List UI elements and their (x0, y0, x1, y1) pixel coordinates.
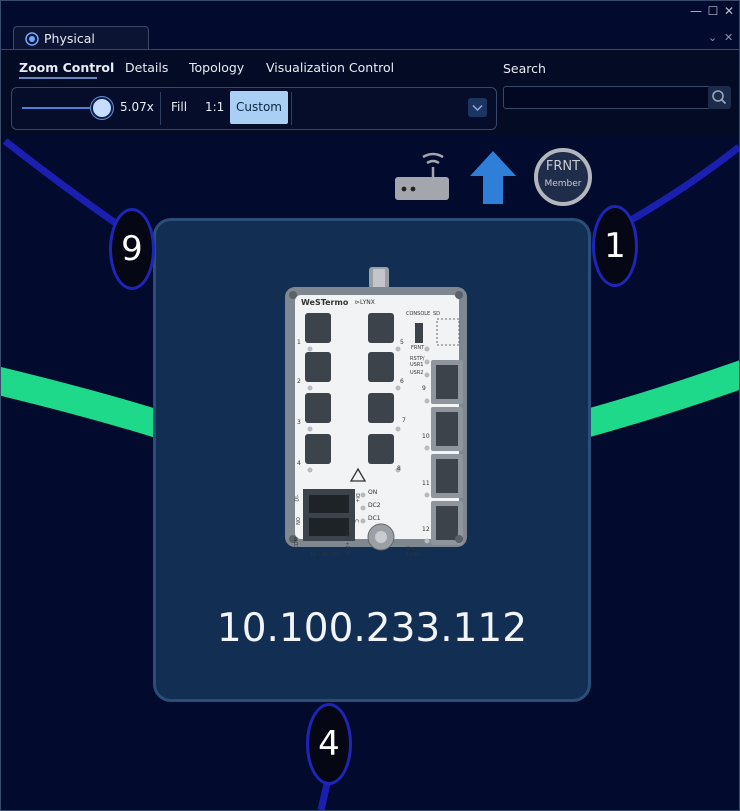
shield-icon (25, 32, 39, 46)
zoom-slider-thumb[interactable] (91, 97, 113, 119)
device-ip-address: 10.100.233.112 (216, 606, 528, 651)
panel-port-label: 6 (400, 378, 404, 385)
ribbon-expand-button[interactable] (468, 98, 487, 117)
frnt-badge-title: FRNT (545, 159, 581, 174)
device-card[interactable]: WeSTermo ⊳LYNX CONSOLE SD FRNT RSTP/ USR… (153, 218, 591, 702)
panel-console: CONSOLE (406, 311, 431, 317)
tab-zoom-control[interactable]: Zoom Control (19, 60, 114, 75)
divider (291, 92, 292, 125)
panel-terminal-com: COM (293, 537, 300, 549)
zoom-slider-track[interactable] (22, 107, 102, 109)
close-window-button[interactable]: ✕ (722, 4, 736, 18)
panel-terminal-di-plus: DI+ (353, 493, 360, 503)
port-badge-4[interactable]: 4 (306, 703, 352, 785)
westermo-lynx-switch-image (285, 267, 467, 551)
tab-dropdown-icon[interactable]: ⌄ (708, 31, 717, 44)
document-tab-row: Physical Network ⌄ ✕ (1, 23, 739, 70)
link-blue-right[interactable] (629, 144, 739, 224)
panel-port-label: 7 (402, 417, 406, 424)
panel-torque-value: 3,2 Nm (406, 552, 421, 557)
router-icon (395, 152, 449, 200)
physical-network-window: — ☐ ✕ Physical Network ⌄ ✕ Zoom Control … (0, 0, 740, 811)
tab-close-icon[interactable]: ✕ (724, 31, 733, 44)
search-button[interactable] (708, 86, 731, 109)
panel-terminal-c: C (352, 519, 359, 523)
frnt-badge-subtitle: Member (544, 179, 582, 189)
panel-usr1: USR1 (410, 362, 424, 368)
link-green-left[interactable] (1, 367, 166, 439)
panel-model: ⊳LYNX (355, 299, 375, 306)
panel-port-label: 3 (297, 419, 301, 426)
tab-details[interactable]: Details (125, 60, 168, 75)
chevron-down-icon (472, 104, 483, 112)
divider (160, 92, 161, 125)
tab-physical-network[interactable]: Physical Network (13, 26, 149, 70)
panel-usr2: USR2 (410, 370, 424, 376)
search-label: Search (503, 61, 546, 76)
zoom-value: 5.07x (120, 100, 154, 114)
panel-port-label: 5 (400, 339, 404, 346)
panel-port-label: 12 (422, 526, 430, 533)
one-to-one-button[interactable]: 1:1 (205, 100, 224, 114)
custom-button[interactable]: Custom (230, 91, 288, 124)
maximize-button[interactable]: ☐ (706, 4, 720, 18)
panel-brand: WeSTermo (301, 298, 349, 307)
search-input[interactable] (503, 86, 711, 109)
panel-port-label: 8 (397, 465, 401, 472)
panel-port-label: 11 (422, 480, 430, 487)
panel-led-on: ON (368, 489, 378, 496)
zoom-control-group: 5.07x Fill 1:1 Custom (11, 87, 497, 130)
panel-terminal-no: NO (295, 517, 302, 525)
panel-port-label: 9 (422, 385, 426, 392)
panel-terminal-di-minus: DI- (294, 494, 301, 502)
panel-led-dc1: DC1 (368, 515, 381, 522)
panel-port-label: 10 (422, 433, 430, 440)
panel-port-label: 4 (297, 460, 301, 467)
port-badge-9[interactable]: 9 (109, 208, 155, 290)
panel-sd: SD (433, 311, 441, 317)
fill-button[interactable]: Fill (171, 100, 187, 114)
title-bar: — ☐ ✕ (1, 1, 739, 23)
minimize-button[interactable]: — (689, 4, 703, 18)
tab-visualization-control[interactable]: Visualization Control (266, 60, 394, 75)
port-badge-1[interactable]: 1 (592, 205, 638, 287)
active-tab-indicator (19, 77, 97, 79)
panel-torque: Max (406, 546, 415, 551)
panel-led-dc2: DC2 (368, 502, 381, 509)
tab-topology[interactable]: Topology (189, 60, 244, 75)
search-icon (712, 90, 727, 105)
panel-terminal-dc: +DC1 +DC2 (344, 529, 350, 554)
panel-port-label: 2 (297, 378, 301, 385)
arrow-up-icon (470, 151, 516, 204)
panel-frnt: FRNT (411, 345, 425, 351)
link-blue-left[interactable] (2, 138, 124, 230)
panel-port-label: 1 (297, 339, 301, 346)
link-green-right[interactable] (577, 360, 739, 439)
topology-canvas[interactable]: FRNT Member WeSTermo ⊳LYNX CONSOLE SD FR… (1, 135, 739, 810)
panel-power-spec: 12 - 48 VDC (310, 552, 341, 558)
